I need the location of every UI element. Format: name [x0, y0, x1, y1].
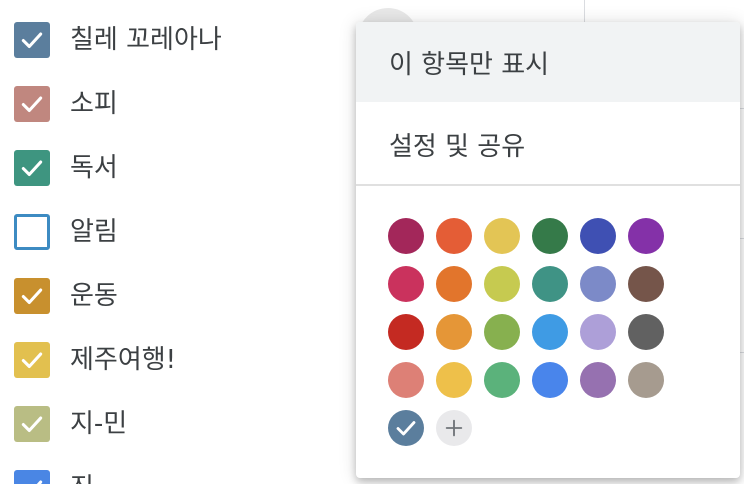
calendar-item[interactable]: 진	[14, 470, 94, 484]
add-custom-color-button[interactable]	[436, 410, 472, 446]
calendar-item-label: 칠레 꼬레아나	[70, 25, 222, 55]
checkbox-checked[interactable]	[14, 278, 50, 314]
color-swatch[interactable]	[532, 266, 568, 302]
color-swatch[interactable]	[388, 218, 424, 254]
calendar-item-label: 소피	[70, 89, 118, 119]
calendar-item[interactable]: 알림	[14, 214, 118, 250]
calendar-item-label: 알림	[70, 217, 118, 247]
color-swatch[interactable]	[532, 362, 568, 398]
color-swatch[interactable]	[388, 314, 424, 350]
color-swatch[interactable]	[388, 362, 424, 398]
color-swatch[interactable]	[580, 314, 616, 350]
calendar-item-label: 운동	[70, 281, 118, 311]
color-swatch[interactable]	[388, 266, 424, 302]
color-swatch[interactable]	[580, 266, 616, 302]
color-swatch[interactable]	[628, 362, 664, 398]
checkbox-checked[interactable]	[14, 150, 50, 186]
my-calendars-list: 칠레 꼬레아나소피독서알림운동제주여행! 지-민진	[0, 0, 360, 484]
checkbox-checked[interactable]	[14, 22, 50, 58]
plus-icon	[445, 419, 463, 437]
checkmark-icon	[36, 480, 43, 484]
calendar-options-menu: 이 항목만 표시 설정 및 공유	[356, 22, 740, 478]
color-swatch[interactable]	[484, 266, 520, 302]
checkmark-icon	[396, 421, 416, 436]
menu-divider	[356, 184, 740, 186]
color-swatch[interactable]	[628, 266, 664, 302]
calendar-item[interactable]: 운동	[14, 278, 118, 314]
color-swatch[interactable]	[532, 314, 568, 350]
checkbox-checked[interactable]	[14, 342, 50, 378]
checkbox-checked[interactable]	[14, 406, 50, 442]
calendar-item-label: 진	[70, 470, 94, 484]
color-swatch[interactable]	[436, 362, 472, 398]
checkbox-checked[interactable]	[14, 86, 50, 122]
calendar-item[interactable]: 독서	[14, 150, 118, 186]
checkmark-icon	[21, 352, 43, 369]
calendar-item-label: 지-민	[70, 409, 128, 439]
show-only-this-menu-item[interactable]: 이 항목만 표시	[356, 22, 740, 102]
color-swatch-selected[interactable]	[388, 410, 424, 446]
checkmark-icon	[21, 416, 43, 433]
checkmark-icon	[21, 32, 43, 49]
color-swatch[interactable]	[484, 362, 520, 398]
calendar-item[interactable]: 칠레 꼬레아나	[14, 22, 222, 58]
checkmark-icon	[21, 288, 43, 305]
color-swatch[interactable]	[484, 218, 520, 254]
calendar-item[interactable]: 소피	[14, 86, 118, 122]
calendar-item[interactable]: 지-민	[14, 406, 127, 442]
checkbox-checked[interactable]	[14, 470, 50, 484]
color-swatch[interactable]	[484, 314, 520, 350]
checkmark-icon	[21, 160, 43, 177]
checkbox-unchecked[interactable]	[14, 214, 50, 250]
settings-and-sharing-menu-item[interactable]: 설정 및 공유	[356, 104, 740, 184]
color-swatch[interactable]	[436, 266, 472, 302]
color-swatch[interactable]	[628, 314, 664, 350]
calendar-item-label: 독서	[70, 153, 118, 183]
color-swatch[interactable]	[628, 218, 664, 254]
color-swatch[interactable]	[580, 218, 616, 254]
color-swatch[interactable]	[436, 314, 472, 350]
color-swatch[interactable]	[580, 362, 616, 398]
calendar-item[interactable]: 제주여행!	[14, 342, 176, 378]
color-swatch[interactable]	[436, 218, 472, 254]
checkmark-icon	[21, 96, 43, 113]
calendar-item-label: 제주여행!	[70, 345, 177, 375]
color-swatch[interactable]	[532, 218, 568, 254]
